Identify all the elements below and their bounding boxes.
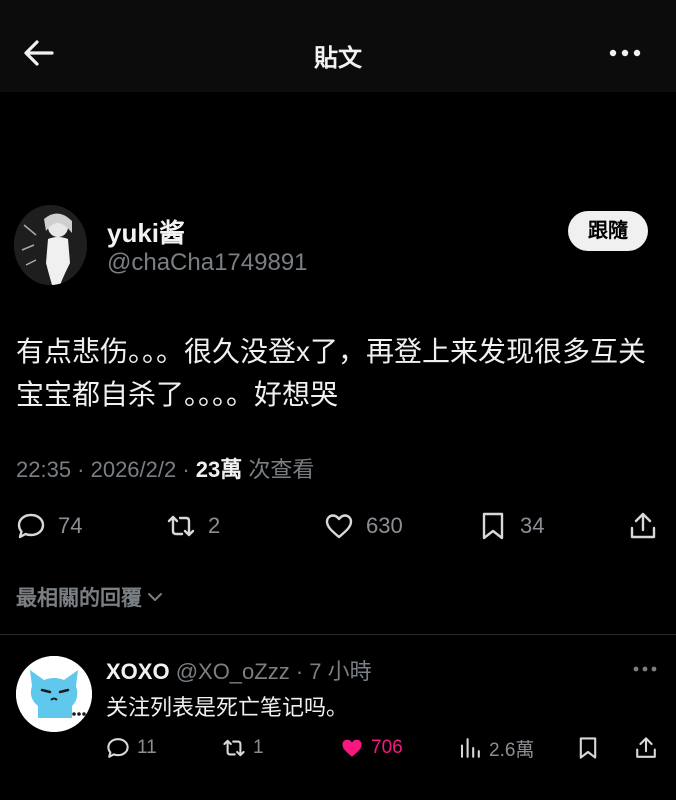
top-bar: 貼文 <box>0 0 676 92</box>
bookmark-icon <box>579 737 597 759</box>
avatar-figure-icon <box>14 205 87 285</box>
reply-reply-button[interactable]: 11 <box>106 734 157 762</box>
reply-header: XOXO @XO_oZzz · 7 小時 <box>106 654 372 686</box>
page-title: 貼文 <box>314 45 362 72</box>
reply-author-handle[interactable]: @XO_oZzz <box>170 659 290 684</box>
post-author: yuki酱 @chaCha1749891 跟隨 <box>14 205 662 290</box>
share-icon <box>630 512 656 539</box>
reply-text: 关注列表是死亡笔记吗。 <box>106 695 349 720</box>
share-icon <box>636 737 656 758</box>
post-actions: 74 2 630 34 <box>0 508 676 548</box>
chevron-down-icon <box>148 593 162 601</box>
repost-icon <box>167 515 195 537</box>
like-count: 630 <box>366 513 403 538</box>
view-count: 23萬 <box>195 457 243 482</box>
reply-item[interactable]: XOXO @XO_oZzz · 7 小時 关注列表是死亡笔记吗。 11 1 70… <box>0 640 676 800</box>
share-button[interactable] <box>628 508 658 544</box>
reply-views-button[interactable]: 2.6萬 <box>458 734 534 762</box>
reply-time: · 7 小時 <box>289 659 372 684</box>
follow-button[interactable]: 跟隨 <box>568 211 648 251</box>
reply-like-count: 706 <box>371 737 403 758</box>
reply-icon <box>107 738 129 758</box>
reply-share-button[interactable] <box>634 734 658 762</box>
reply-like-button[interactable]: 706 <box>340 734 403 762</box>
repost-count: 2 <box>208 513 221 538</box>
post-text: 有点悲伤。。。很久没登x了，再登上来发现很多互关宝宝都自杀了。。。。好想哭 <box>16 336 647 410</box>
repost-icon <box>223 739 245 757</box>
divider <box>0 634 676 635</box>
reply-reply-count: 11 <box>137 737 157 758</box>
heart-icon <box>325 514 353 539</box>
like-button[interactable]: 630 <box>324 508 403 544</box>
reply-actions: 11 1 706 2.6萬 <box>0 734 676 764</box>
author-handle[interactable]: @chaCha1749891 <box>107 249 308 277</box>
reply-more-icon[interactable] <box>632 664 658 674</box>
reply-repost-count: 1 <box>253 737 264 758</box>
reply-icon <box>17 513 45 539</box>
reply-sort-dropdown[interactable]: 最相關的回覆 <box>16 582 164 612</box>
reply-button[interactable]: 74 <box>16 508 82 544</box>
reply-sort-label: 最相關的回覆 <box>16 587 142 610</box>
post-timestamp[interactable]: 22:35 · 2026/2/2 · <box>16 457 196 482</box>
bookmark-icon <box>482 512 504 540</box>
cat-avatar-icon <box>16 656 92 732</box>
bookmark-count: 34 <box>520 513 545 538</box>
bookmark-button[interactable]: 34 <box>478 508 544 544</box>
author-name[interactable]: yuki酱 <box>107 213 185 250</box>
reply-view-count: 2.6萬 <box>489 739 535 761</box>
view-label: 次查看 <box>242 457 315 482</box>
avatar[interactable] <box>14 205 87 285</box>
more-options-icon[interactable] <box>608 46 642 60</box>
views-chart-icon <box>460 738 480 758</box>
heart-filled-icon <box>342 739 362 757</box>
post-meta: 22:35 · 2026/2/2 · 23萬 次查看 <box>16 452 314 484</box>
reply-count: 74 <box>58 513 83 538</box>
repost-button[interactable]: 2 <box>166 508 220 544</box>
reply-author-name[interactable]: XOXO <box>106 659 170 684</box>
reply-repost-button[interactable]: 1 <box>222 734 264 762</box>
reply-bookmark-button[interactable] <box>576 734 600 762</box>
reply-avatar[interactable] <box>16 656 92 732</box>
